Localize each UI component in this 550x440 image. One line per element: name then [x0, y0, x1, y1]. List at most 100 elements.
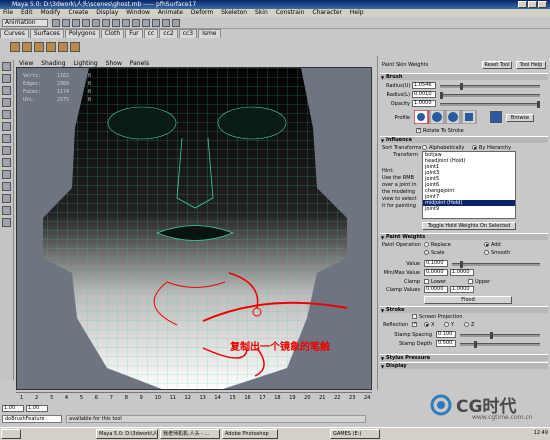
open-scene-icon[interactable] [62, 19, 70, 27]
shelf-tab[interactable]: Curves [0, 29, 29, 38]
render-icon[interactable] [152, 19, 160, 27]
opacity-field[interactable]: 1.0000 [412, 100, 436, 107]
max-value-field[interactable]: 1.0000 [450, 269, 474, 276]
value-slider[interactable] [452, 261, 540, 268]
select-component-icon[interactable] [102, 19, 110, 27]
time-slider[interactable]: 1 2 3 4 5 6 7 8 9 10 11 12 13 14 15 16 17 18 19 20 21 22 23 24 [16, 392, 372, 404]
select-object-icon[interactable] [92, 19, 100, 27]
rotate-tool-icon[interactable] [2, 110, 11, 119]
rotate-to-stroke-checkbox[interactable] [416, 127, 421, 133]
viewport-menu-show[interactable]: Show [106, 60, 122, 67]
menu-help[interactable]: Help [350, 9, 364, 16]
history-icon[interactable] [142, 19, 150, 27]
paint-smooth-radio[interactable] [484, 250, 489, 255]
layout-icon[interactable] [2, 182, 11, 191]
menu-deform[interactable]: Deform [191, 9, 213, 16]
menu-create[interactable]: Create [68, 9, 88, 16]
four-view-icon[interactable] [2, 170, 11, 179]
display-section-header[interactable]: Display [380, 362, 548, 370]
move-tool-icon[interactable] [2, 98, 11, 107]
menu-edit[interactable]: Edit [21, 9, 33, 16]
menu-file[interactable]: File [3, 9, 13, 16]
reflect-x-radio[interactable] [424, 322, 429, 327]
command-input[interactable]: doBrushFeature [2, 415, 62, 423]
taskbar-item[interactable]: 我老师机机.人头 - ... [160, 429, 220, 439]
reflect-z-radio[interactable] [464, 322, 469, 327]
viewport-menu-panels[interactable]: Panels [130, 60, 149, 67]
menu-skin[interactable]: Skin [255, 9, 268, 16]
layout-icon[interactable] [2, 194, 11, 203]
range-start-field[interactable]: 1.00 [2, 405, 24, 412]
min-value-field[interactable]: 0.0000 [424, 269, 448, 276]
shelf-tab[interactable]: Fur [125, 29, 143, 38]
shelf-tab[interactable]: Polygons [64, 29, 100, 38]
range-end-field[interactable]: 1.00 [26, 405, 48, 412]
taskbar-item[interactable]: GAMES (E:) [330, 429, 380, 439]
maximize-icon[interactable] [528, 1, 537, 8]
radius-l-slider[interactable] [440, 92, 540, 99]
lasso-tool-icon[interactable] [2, 74, 11, 83]
render-globals-icon[interactable] [172, 19, 180, 27]
stamp-depth-field[interactable]: 0.500 [436, 340, 456, 347]
save-scene-icon[interactable] [72, 19, 80, 27]
clamp-max-field[interactable]: 1.0000 [450, 286, 474, 293]
value-field[interactable]: 0.1000 [424, 260, 448, 267]
brush-section-header[interactable]: Brush [380, 73, 548, 81]
paint-select-icon[interactable] [2, 86, 11, 95]
menu-window[interactable]: Window [126, 9, 150, 16]
mode-selector[interactable]: Animation [2, 19, 48, 27]
close-icon[interactable] [538, 1, 547, 8]
shelf-tool-icon[interactable] [58, 42, 68, 52]
reflect-y-radio[interactable] [444, 322, 449, 327]
shelf-tool-icon[interactable] [34, 42, 44, 52]
screen-projection-checkbox[interactable] [412, 314, 417, 319]
paint-scale-radio[interactable] [424, 250, 429, 255]
menu-display[interactable]: Display [96, 9, 118, 16]
sort-by-hierarchy-radio[interactable] [472, 145, 477, 150]
paint-replace-radio[interactable] [424, 242, 429, 247]
browse-button[interactable]: Browse [506, 114, 534, 122]
tool-help-button[interactable]: Tool Help [516, 61, 546, 69]
minimize-icon[interactable] [518, 1, 527, 8]
custom-brush-icon[interactable] [490, 111, 502, 123]
stamp-spacing-field[interactable]: 0.100 [436, 331, 456, 338]
menu-modify[interactable]: Modify [41, 9, 61, 16]
clamp-min-field[interactable]: 0.0000 [424, 286, 448, 293]
viewport-menu-view[interactable]: View [19, 60, 33, 67]
menu-skeleton[interactable]: Skeleton [221, 9, 247, 16]
taskbar-item[interactable]: Maya 5.0: D:\3dwork\人头... [96, 429, 158, 439]
stylus-pressure-section-header[interactable]: Stylus Pressure [380, 354, 548, 362]
clamp-upper-checkbox[interactable] [468, 279, 473, 284]
radius-u-slider[interactable] [440, 83, 540, 90]
stamp-depth-slider[interactable] [460, 341, 540, 348]
influence-section-header[interactable]: Influence [380, 136, 548, 144]
reset-tool-button[interactable]: Reset Tool [482, 61, 512, 69]
select-hierarchy-icon[interactable] [82, 19, 90, 27]
snap-point-icon[interactable] [132, 19, 140, 27]
flood-button[interactable]: Flood [424, 296, 512, 304]
menu-animate[interactable]: Animate [158, 9, 183, 16]
radius-l-field[interactable]: 0.0010 [412, 91, 436, 98]
radius-u-field[interactable]: 1.0546 [412, 82, 436, 89]
scale-tool-icon[interactable] [2, 122, 11, 131]
shelf-tab[interactable]: cc3 [178, 29, 198, 38]
start-button[interactable] [1, 429, 21, 439]
shelf-tool-icon[interactable] [22, 42, 32, 52]
list-item[interactable]: joint9 [423, 206, 515, 212]
taskbar-item[interactable]: Adobe Photoshop [222, 429, 278, 439]
shelf-tab[interactable]: cc [143, 29, 159, 38]
shelf-tab[interactable]: cc2 [159, 29, 178, 38]
shelf-tab[interactable]: Surfaces [29, 29, 64, 38]
reflection-checkbox[interactable] [412, 321, 417, 327]
viewport-menu-lighting[interactable]: Lighting [73, 60, 97, 67]
menu-character[interactable]: Character [312, 9, 342, 16]
last-tool-icon[interactable] [2, 146, 11, 155]
menu-constrain[interactable]: Constrain [276, 9, 305, 16]
paint-add-radio[interactable] [484, 242, 489, 247]
layout-icon[interactable] [2, 218, 11, 227]
stroke-section-header[interactable]: Stroke [380, 306, 548, 314]
select-tool-icon[interactable] [2, 62, 11, 71]
paint-weights-section-header[interactable]: Paint Weights [380, 233, 548, 241]
manipulator-icon[interactable] [2, 134, 11, 143]
ipr-render-icon[interactable] [162, 19, 170, 27]
